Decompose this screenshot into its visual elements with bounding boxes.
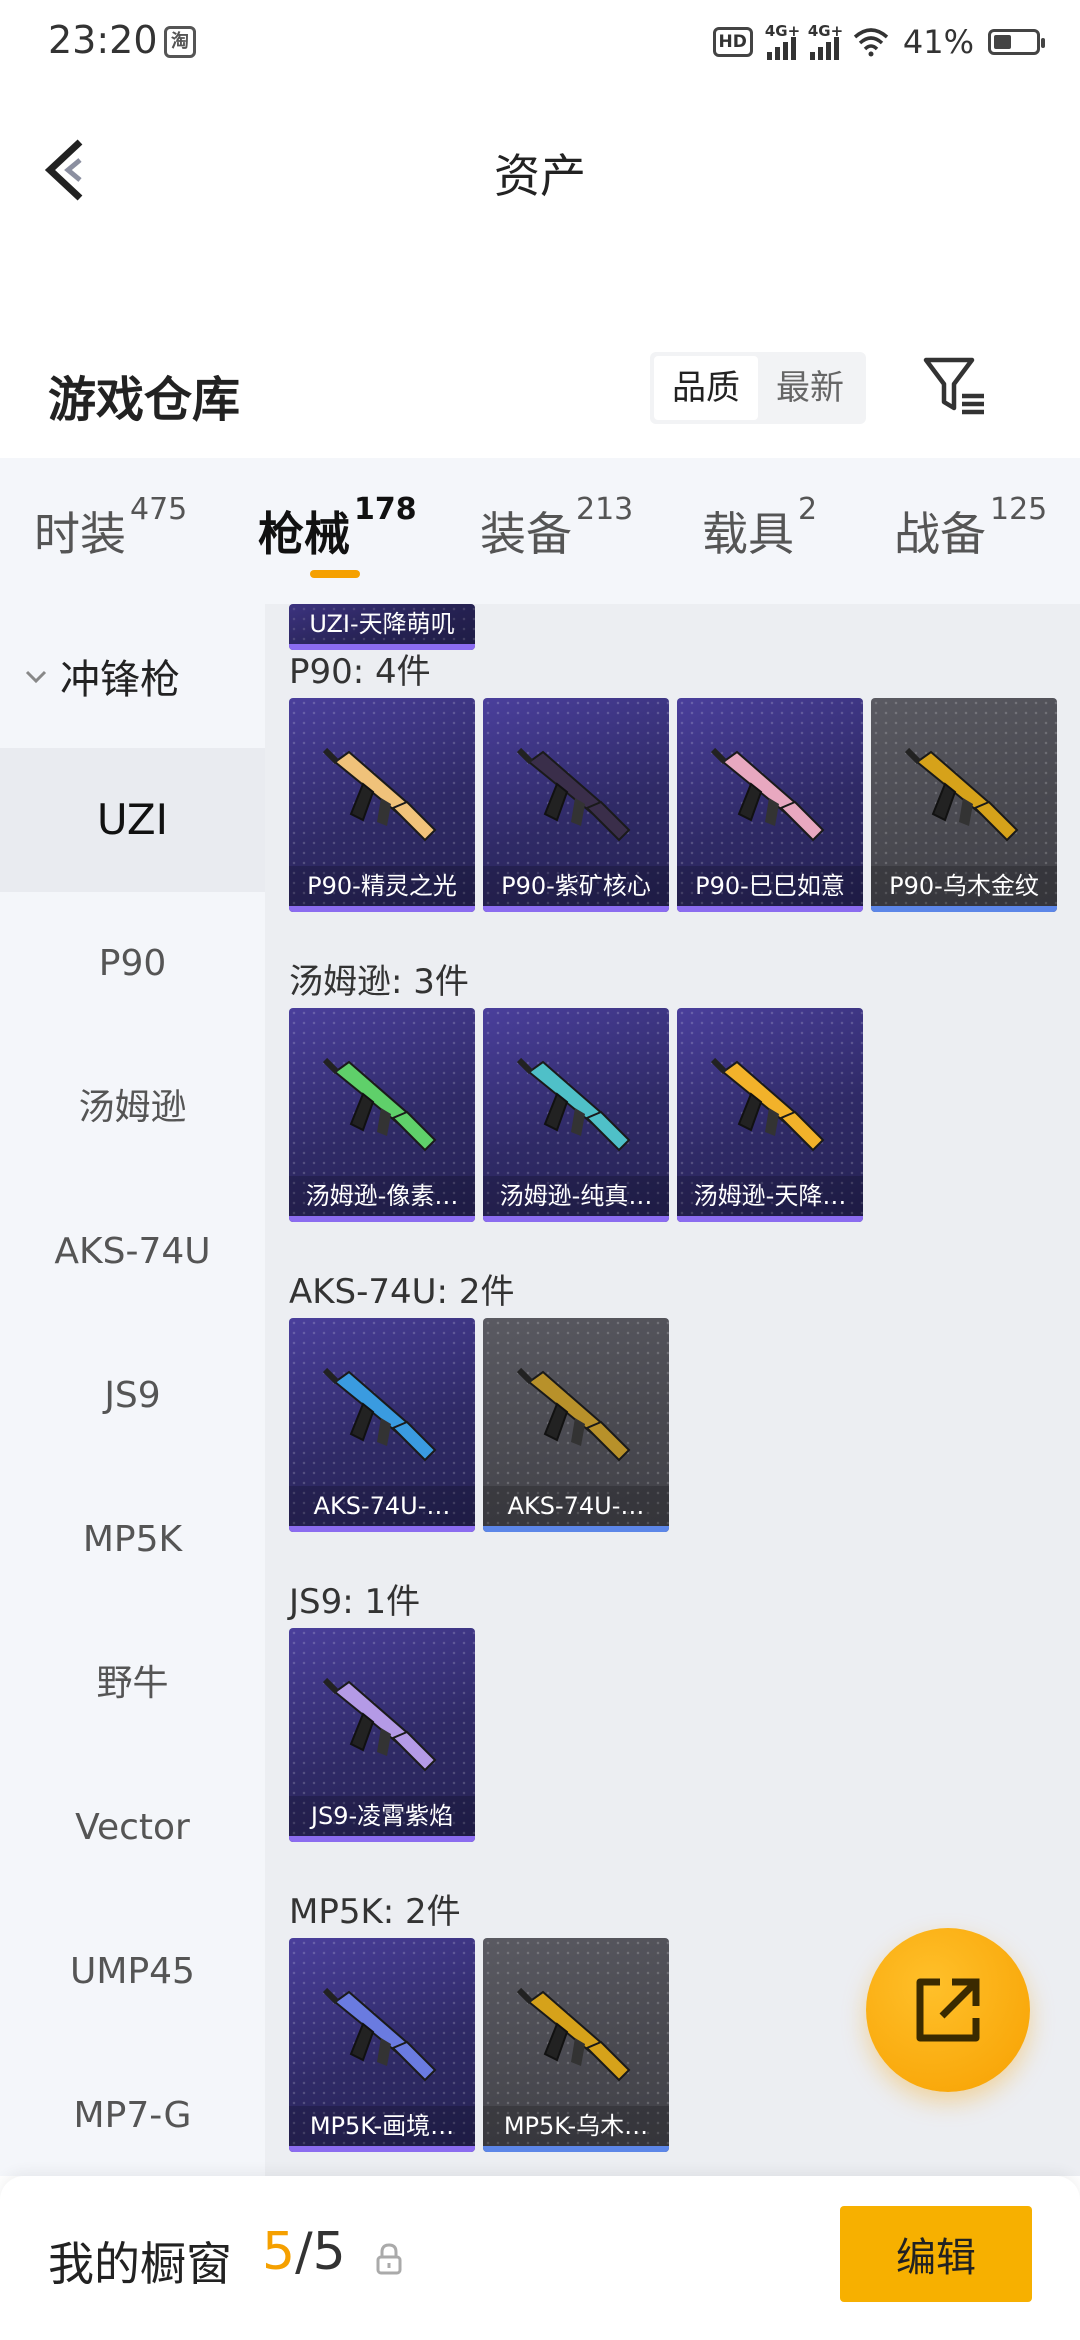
weapon-card[interactable]: MP5K-画境… — [289, 1938, 475, 2152]
weapon-card-name: MP5K-乌木… — [483, 2106, 669, 2146]
weapon-card[interactable]: P90-紫矿核心 — [483, 698, 669, 912]
edit-button[interactable]: 编辑 — [840, 2206, 1032, 2302]
showcase-label: 我的橱窗 — [48, 2237, 232, 2291]
sidebar-item-aks74u[interactable]: AKS-74U — [0, 1180, 265, 1324]
sort-newest-option[interactable]: 最新 — [758, 356, 862, 420]
weapon-skin-image — [322, 1367, 437, 1462]
weapon-skin-image — [322, 747, 437, 842]
warehouse-title: 游戏仓库 — [48, 372, 241, 428]
weapon-card-name: 汤姆逊-天降… — [677, 1176, 863, 1216]
weapon-group-label: JS9: 1件 — [289, 1582, 421, 1622]
sort-toggle: 品质 最新 — [650, 352, 866, 424]
status-time: 23:20 — [48, 18, 158, 62]
tab-vehicles[interactable]: 载具 2 — [702, 492, 817, 564]
weapon-card[interactable]: JS9-凌霄紫焰 — [289, 1628, 475, 1842]
share-button[interactable] — [866, 1928, 1030, 2092]
active-tab-indicator — [310, 570, 360, 578]
chevron-down-icon — [25, 670, 47, 684]
share-icon — [916, 1978, 980, 2042]
weapon-card-name: P90-精灵之光 — [289, 866, 475, 906]
wifi-icon — [853, 28, 889, 57]
showcase-bar: 我的橱窗 5/5 编辑 — [0, 2176, 1080, 2340]
lock-icon — [376, 2243, 402, 2275]
weapon-skin-image — [710, 747, 825, 842]
showcase-count: 5/5 — [262, 2222, 346, 2282]
weapon-card-name: UZI-天降萌叽 — [289, 604, 475, 644]
weapon-group-label: 汤姆逊: 3件 — [289, 962, 469, 1002]
weapon-skin-image — [322, 1987, 437, 2082]
status-icons: HD 4G+ 4G+ 41% — [712, 22, 1045, 62]
hd-icon: HD — [712, 27, 753, 57]
page-title: 资产 — [494, 149, 586, 203]
taobao-notification-icon: 淘 — [164, 26, 196, 58]
sidebar-item-uzi[interactable]: UZI — [0, 748, 265, 892]
signal-icon-2: 4G+ — [808, 22, 843, 60]
weapon-skin-image — [516, 1987, 631, 2082]
weapon-skin-image — [322, 1677, 437, 1772]
weapon-card[interactable]: P90-乌木金纹 — [871, 698, 1057, 912]
tab-firearms[interactable]: 枪械 178 — [258, 492, 417, 564]
weapon-skin-image — [322, 1057, 437, 1152]
filter-button[interactable] — [920, 350, 990, 420]
weapon-type-sidebar: 冲锋枪 UZI P90 汤姆逊 AKS-74U JS9 MP5K 野牛 Vect… — [0, 604, 265, 2176]
tab-fashion[interactable]: 时装 475 — [34, 492, 187, 564]
tab-equipment[interactable]: 装备 213 — [480, 492, 633, 564]
battery-icon — [988, 29, 1045, 55]
weapon-card-name: JS9-凌霄紫焰 — [289, 1796, 475, 1836]
weapon-card[interactable]: MP5K-乌木… — [483, 1938, 669, 2152]
sidebar-item-mp7g[interactable]: MP7-G — [0, 2044, 265, 2188]
weapon-group-label: AKS-74U: 2件 — [289, 1272, 515, 1312]
weapon-card[interactable]: AKS-74U-… — [483, 1318, 669, 1532]
weapon-card-name: AKS-74U-… — [289, 1486, 475, 1526]
weapon-card-name: P90-紫矿核心 — [483, 866, 669, 906]
weapon-card[interactable]: 汤姆逊-天降… — [677, 1008, 863, 1222]
weapon-card[interactable]: AKS-74U-… — [289, 1318, 475, 1532]
weapon-skin-image — [710, 1057, 825, 1152]
weapon-card[interactable]: 汤姆逊-像素… — [289, 1008, 475, 1222]
weapon-skin-image — [516, 1367, 631, 1462]
weapon-group-label: P90: 4件 — [289, 652, 431, 692]
weapon-card-name: 汤姆逊-像素… — [289, 1176, 475, 1216]
sidebar-item-thompson[interactable]: 汤姆逊 — [0, 1036, 265, 1180]
weapon-card-name: AKS-74U-… — [483, 1486, 669, 1526]
sort-quality-option[interactable]: 品质 — [654, 356, 758, 420]
sidebar-item-vector[interactable]: Vector — [0, 1756, 265, 1900]
weapon-card[interactable]: P90-精灵之光 — [289, 698, 475, 912]
filter-icon — [923, 357, 984, 415]
weapon-card-name: P90-乌木金纹 — [871, 866, 1057, 906]
weapon-card-name: P90-巳巳如意 — [677, 866, 863, 906]
tab-combat-supplies[interactable]: 战备 125 — [894, 492, 1047, 564]
sidebar-group-smg[interactable]: 冲锋枪 — [0, 604, 265, 748]
weapon-skin-image — [904, 747, 1019, 842]
sidebar-item-js9[interactable]: JS9 — [0, 1324, 265, 1468]
weapon-card[interactable]: 汤姆逊-纯真… — [483, 1008, 669, 1222]
status-bar: 23:20 淘 HD 4G+ 4G+ 41% — [0, 0, 1080, 84]
weapon-card-name: MP5K-画境… — [289, 2106, 475, 2146]
battery-percent: 41% — [902, 23, 974, 61]
weapon-group-label: MP5K: 2件 — [289, 1892, 461, 1932]
signal-icon-1: 4G+ — [765, 22, 800, 60]
sidebar-item-mp5k[interactable]: MP5K — [0, 1468, 265, 1612]
weapon-card[interactable]: P90-巳巳如意 — [677, 698, 863, 912]
weapon-skin-image — [516, 1057, 631, 1152]
sidebar-item-ump45[interactable]: UMP45 — [0, 1900, 265, 2044]
sidebar-item-bizon[interactable]: 野牛 — [0, 1612, 265, 1756]
weapon-card-name: 汤姆逊-纯真… — [483, 1176, 669, 1216]
category-tabs: 时装 475 枪械 178 装备 213 载具 2 战备 125 — [0, 458, 1080, 604]
sidebar-item-p90[interactable]: P90 — [0, 892, 265, 1036]
weapon-skin-image — [516, 747, 631, 842]
